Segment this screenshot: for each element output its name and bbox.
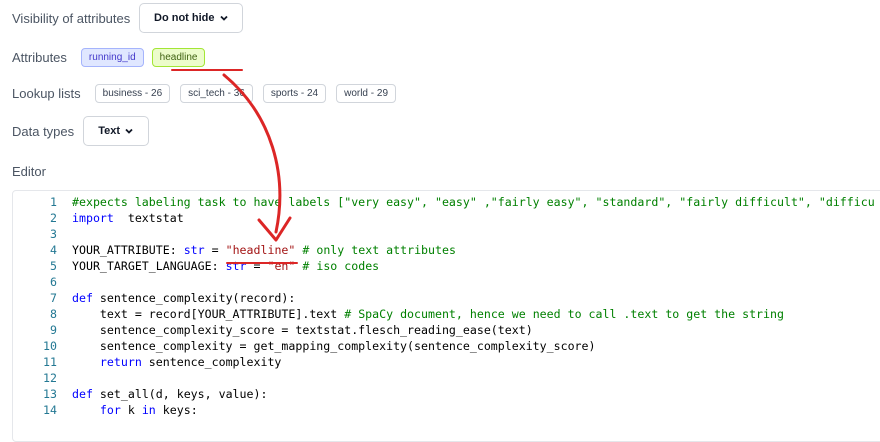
code-line: 10 sentence_complexity = get_mapping_com… — [13, 338, 880, 354]
visibility-dropdown[interactable]: Do not hide — [139, 3, 244, 33]
datatypes-dropdown-value: Text — [98, 125, 121, 137]
code-text: def set_all(d, keys, value): — [72, 387, 268, 401]
code-text: YOUR_ATTRIBUTE: str = "headline" # only … — [72, 243, 456, 257]
line-number: 14 — [43, 403, 57, 417]
lookup-label: Lookup lists — [12, 85, 81, 101]
code-text: for k in keys: — [99, 403, 198, 417]
line-number: 6 — [50, 275, 57, 289]
code-line: 11 return sentence_complexity — [13, 354, 880, 370]
line-number: 8 — [50, 307, 57, 321]
line-number: 1 — [50, 195, 57, 209]
code-text: def sentence_complexity(record): — [72, 291, 296, 305]
attributes-row: Attributes running_id headline — [12, 47, 206, 67]
code-text: text = record[YOUR_ATTRIBUTE].text # Spa… — [72, 307, 784, 321]
code-editor[interactable]: 1 #expects labeling task to have labels [… — [12, 190, 880, 442]
datatypes-dropdown[interactable]: Text — [83, 116, 150, 146]
line-number: 2 — [50, 211, 57, 225]
line-number: 13 — [43, 387, 57, 401]
code-text: #expects labeling task to have labels ["… — [72, 195, 875, 209]
code-text: YOUR_TARGET_LANGUAGE: str = "en" # iso c… — [72, 259, 380, 273]
chevron-down-icon — [125, 128, 133, 134]
code-line: 2 import textstat — [13, 210, 880, 226]
code-line: 6 — [13, 274, 880, 290]
editor-label: Editor — [12, 163, 46, 179]
lookup-chip-sports[interactable]: sports - 24 — [262, 83, 327, 103]
code-line: 1 #expects labeling task to have labels [… — [13, 194, 880, 210]
code-line: 14 for k in keys: — [13, 402, 880, 418]
line-number: 7 — [50, 291, 57, 305]
code-line: 3 — [13, 226, 880, 242]
code-line: 5 YOUR_TARGET_LANGUAGE: str = "en" # iso … — [13, 258, 880, 274]
code-line: 9 sentence_complexity_score = textstat.f… — [13, 322, 880, 338]
code-line: 13 def set_all(d, keys, value): — [13, 386, 880, 402]
code-line: 8 text = record[YOUR_ATTRIBUTE].text # S… — [13, 306, 880, 322]
code-text: sentence_complexity_score = textstat.fle… — [72, 323, 533, 337]
attributes-label: Attributes — [12, 49, 67, 65]
chevron-down-icon — [219, 15, 228, 21]
lookup-chip-business[interactable]: business - 26 — [94, 83, 171, 103]
code-line: 4 YOUR_ATTRIBUTE: str = "headline" # only… — [13, 242, 880, 258]
line-number: 12 — [43, 371, 57, 385]
code-line: 7 def sentence_complexity(record): — [13, 290, 880, 306]
datatypes-label: Data types — [12, 123, 75, 139]
line-number: 11 — [43, 355, 57, 369]
line-number: 10 — [43, 339, 57, 353]
attribute-chip-headline[interactable]: headline — [151, 47, 206, 67]
annotation-underline-code — [226, 262, 298, 264]
code-text: sentence_complexity = get_mapping_comple… — [72, 339, 596, 353]
visibility-row: Visibility of attributes Do not hide — [12, 3, 244, 33]
code-line: 12 — [13, 370, 880, 386]
line-number: 9 — [50, 323, 57, 337]
datatypes-row: Data types Text — [12, 116, 150, 146]
lookup-chip-sci-tech[interactable]: sci_tech - 36 — [180, 83, 253, 103]
code-text: return sentence_complexity — [99, 355, 282, 369]
line-number: 3 — [50, 227, 57, 241]
editor-label-row: Editor — [12, 163, 46, 179]
attribute-chip-running-id[interactable]: running_id — [80, 47, 144, 67]
visibility-label: Visibility of attributes — [12, 10, 131, 26]
code-text: import textstat — [72, 211, 184, 225]
line-number: 5 — [50, 259, 57, 273]
lookup-chip-world[interactable]: world - 29 — [336, 83, 396, 103]
line-number: 4 — [50, 243, 57, 257]
visibility-dropdown-value: Do not hide — [154, 12, 215, 24]
annotation-underline-chip — [171, 69, 243, 71]
lookup-row: Lookup lists business - 26 sci_tech - 36… — [12, 83, 396, 103]
